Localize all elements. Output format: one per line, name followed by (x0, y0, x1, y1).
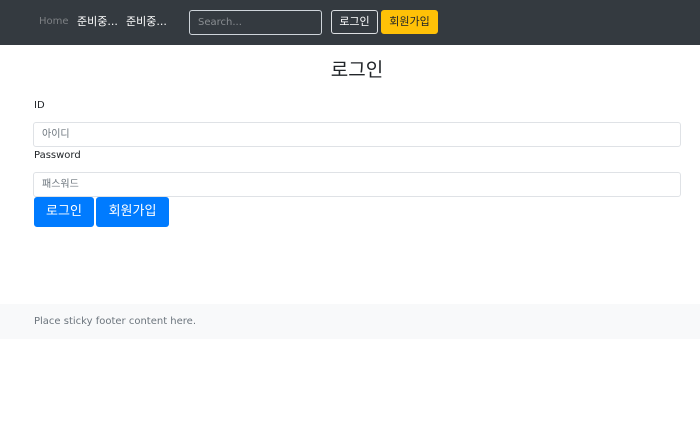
nav-item-2-link[interactable]: 준비중... (126, 15, 167, 29)
password-input[interactable] (33, 172, 681, 197)
top-navbar: Home 준비중... 준비중... 로그인 회원가입 (0, 0, 700, 45)
footer-text: Place sticky footer content here. (34, 316, 197, 327)
sticky-footer: Place sticky footer content here. (0, 304, 700, 339)
password-label: Password (34, 150, 81, 161)
login-button[interactable]: 로그인 (34, 197, 94, 227)
nav-home-link[interactable]: Home (39, 15, 69, 29)
search-input[interactable] (189, 10, 322, 35)
id-input[interactable] (33, 122, 681, 147)
signup-button[interactable]: 회원가입 (96, 197, 169, 227)
id-label: ID (34, 100, 45, 111)
nav-signup-button[interactable]: 회원가입 (381, 10, 438, 34)
nav-login-button[interactable]: 로그인 (331, 10, 378, 34)
nav-item-1-link[interactable]: 준비중... (77, 15, 118, 29)
page-title: 로그인 (330, 59, 384, 81)
